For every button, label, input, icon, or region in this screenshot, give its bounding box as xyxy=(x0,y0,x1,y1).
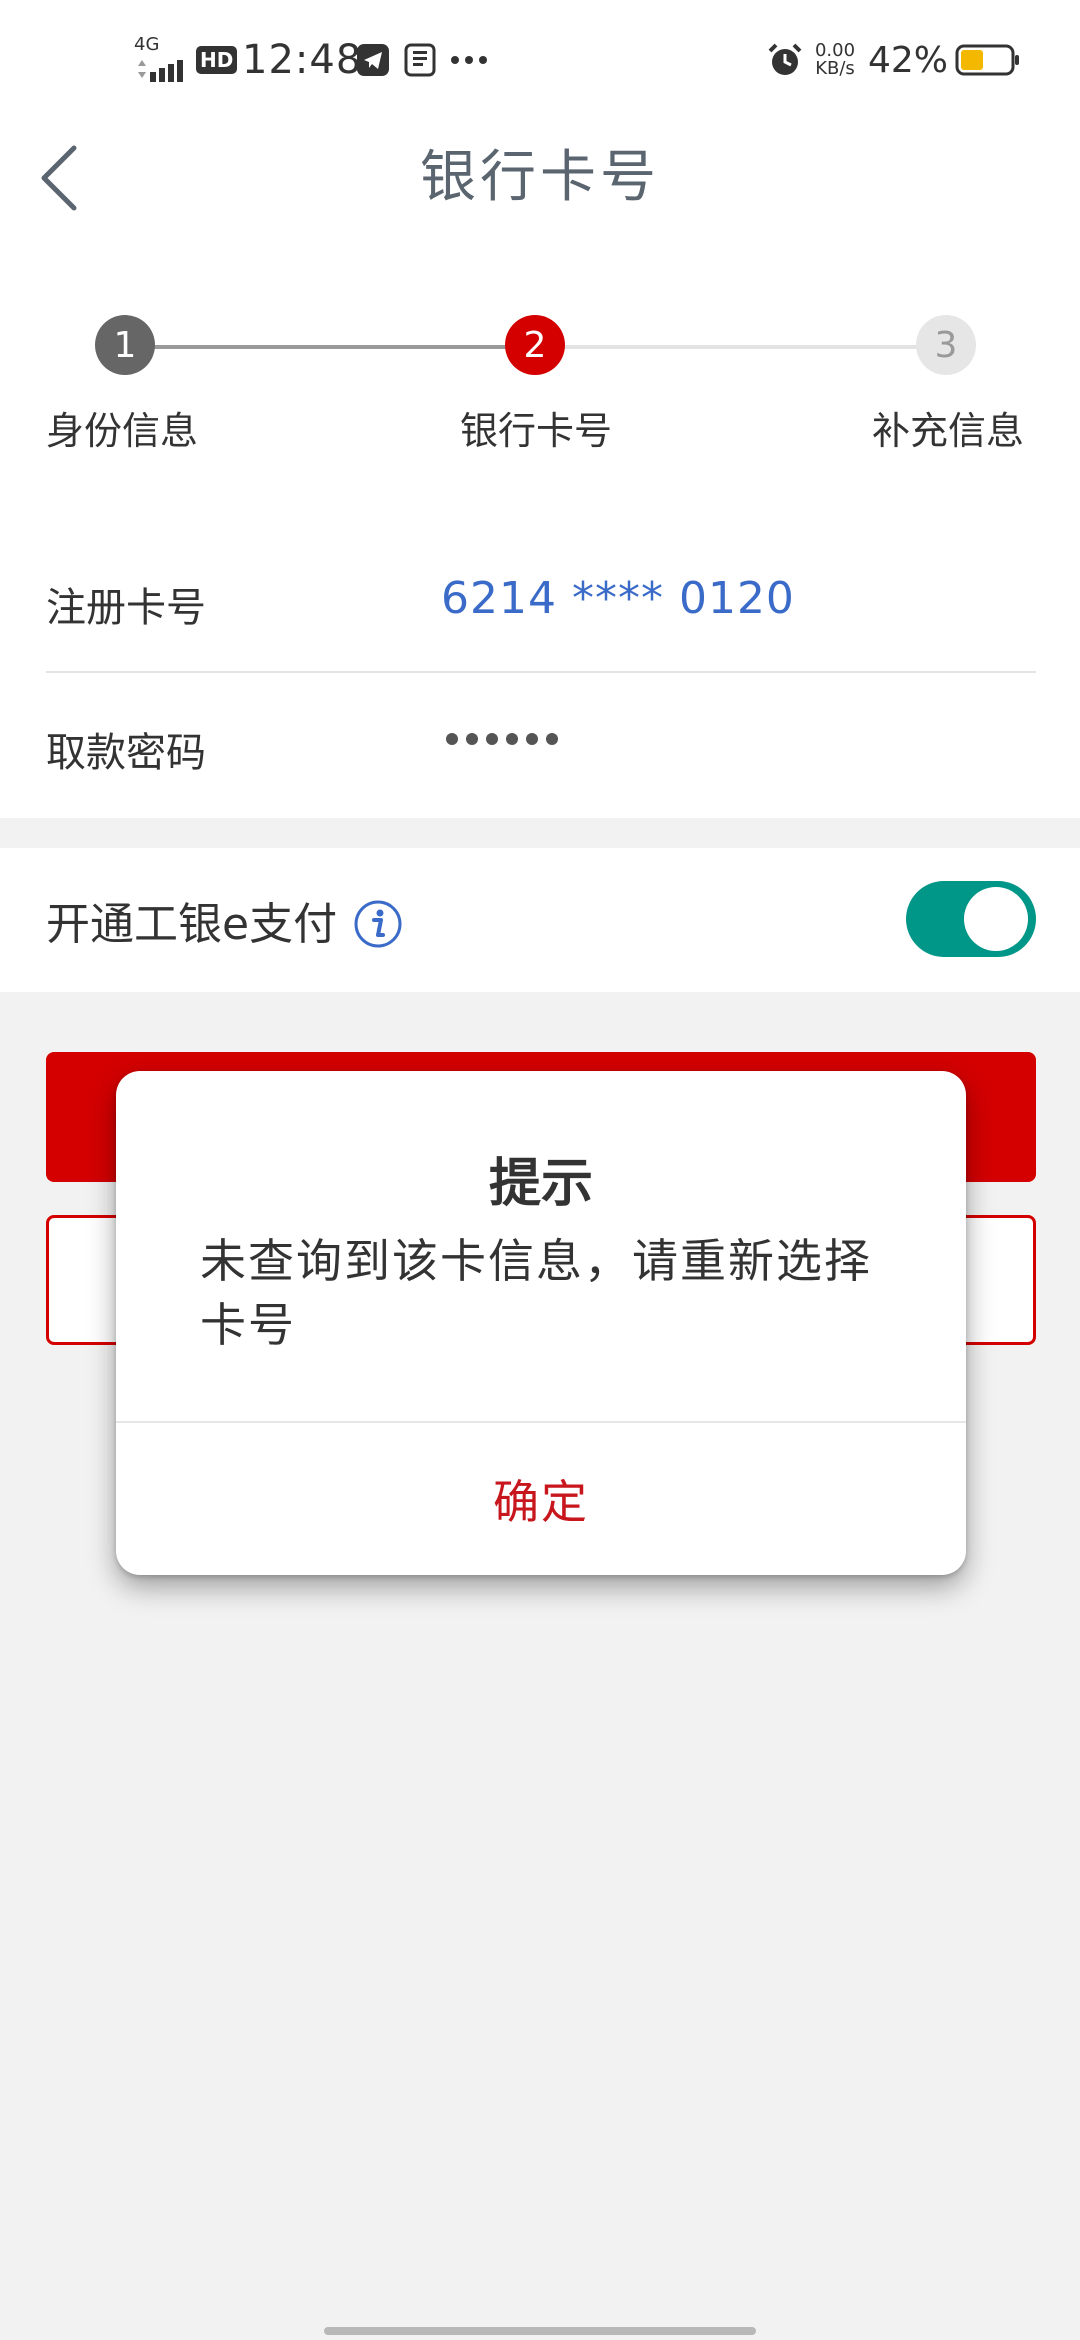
password-dot xyxy=(446,733,458,745)
epay-toggle[interactable] xyxy=(906,881,1036,957)
step-2-circle: 2 xyxy=(505,315,565,375)
password-dot xyxy=(546,733,558,745)
hd-badge: HD xyxy=(196,36,238,84)
clock: 12:48 xyxy=(242,37,363,83)
step-line-completed xyxy=(125,345,540,349)
step-1-label: 身份信息 xyxy=(46,409,199,453)
toggle-knob xyxy=(964,887,1028,951)
more-notifications-icon xyxy=(450,36,488,84)
password-dot xyxy=(506,733,518,745)
page-title: 银行卡号 xyxy=(420,145,660,210)
battery-icon xyxy=(955,36,1021,84)
signal-bars-icon xyxy=(138,60,183,82)
status-bar: 4G HD 12:48 0.00 KB/s 42% xyxy=(0,0,1080,120)
card-number-value[interactable]: 6214 **** 0120 xyxy=(441,573,795,624)
password-dot xyxy=(486,733,498,745)
confirm-button[interactable]: 确定 xyxy=(116,1423,966,1575)
section-gap xyxy=(0,818,1080,848)
telegram-icon xyxy=(356,36,390,84)
alert-dialog: 提示 未查询到该卡信息，请重新选择卡号 确定 xyxy=(116,1071,966,1575)
step-1-circle: 1 xyxy=(95,315,155,375)
password-label: 取款密码 xyxy=(46,730,206,776)
network-speed: 0.00 KB/s xyxy=(814,40,856,79)
battery-percent: 42% xyxy=(868,39,949,81)
step-line-pending xyxy=(540,345,946,349)
password-field[interactable] xyxy=(446,733,558,745)
card-number-label: 注册卡号 xyxy=(46,585,206,631)
network-type: 4G xyxy=(134,34,160,55)
step-2-label: 银行卡号 xyxy=(460,409,613,453)
alarm-icon xyxy=(767,36,803,84)
step-3-circle: 3 xyxy=(916,315,976,375)
home-indicator[interactable] xyxy=(324,2327,756,2335)
password-dot xyxy=(466,733,478,745)
document-icon xyxy=(404,36,436,84)
dialog-message: 未查询到该卡信息，请重新选择卡号 xyxy=(200,1234,872,1352)
step-3-label: 补充信息 xyxy=(872,409,1025,453)
password-dot xyxy=(526,733,538,745)
row-divider xyxy=(46,671,1036,673)
info-icon[interactable] xyxy=(353,899,403,949)
dialog-title: 提示 xyxy=(488,1154,593,1214)
signal-indicator: 4G xyxy=(134,36,194,84)
epay-label: 开通工银e支付 xyxy=(46,899,338,950)
